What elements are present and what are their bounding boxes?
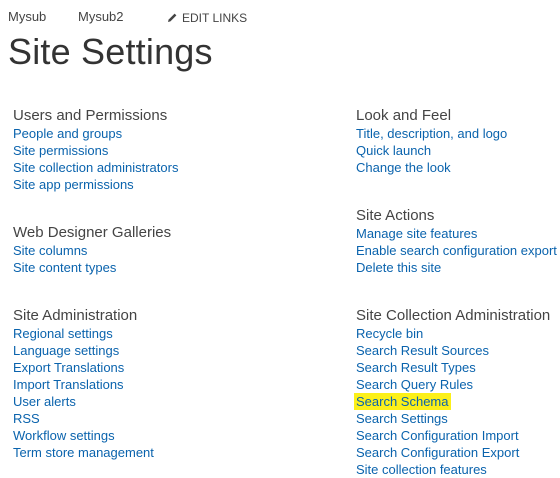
link-search-configuration-import[interactable]: Search Configuration Import	[356, 428, 519, 443]
section-site-administration: Site Administration Regional settings La…	[13, 306, 154, 461]
section-users-permissions: Users and Permissions People and groups …	[13, 106, 178, 193]
top-navigation: Mysub Mysub2 EDIT LINKS	[0, 9, 560, 29]
link-title-description-logo[interactable]: Title, description, and logo	[356, 126, 507, 141]
link-rss[interactable]: RSS	[13, 411, 40, 426]
link-workflow-settings[interactable]: Workflow settings	[13, 428, 115, 443]
link-user-alerts[interactable]: User alerts	[13, 394, 76, 409]
section-web-designer-galleries: Web Designer Galleries Site columns Site…	[13, 223, 171, 276]
link-term-store-management[interactable]: Term store management	[13, 445, 154, 460]
link-search-query-rules[interactable]: Search Query Rules	[356, 377, 473, 392]
link-enable-search-configuration-export[interactable]: Enable search configuration export	[356, 243, 557, 258]
link-recycle-bin[interactable]: Recycle bin	[356, 326, 423, 341]
section-site-collection-administration: Site Collection Administration Recycle b…	[354, 306, 551, 478]
section-title-site-collection-administration: Site Collection Administration	[356, 307, 551, 324]
section-title-web-designer-galleries: Web Designer Galleries	[13, 224, 172, 241]
section-title-users-permissions: Users and Permissions	[13, 107, 168, 124]
link-site-collection-features[interactable]: Site collection features	[356, 462, 487, 477]
link-manage-site-features[interactable]: Manage site features	[356, 226, 477, 241]
section-title-look-and-feel: Look and Feel	[356, 107, 452, 124]
link-search-schema[interactable]: Search Schema	[354, 393, 451, 410]
section-site-actions: Site Actions Manage site features Enable…	[356, 206, 557, 276]
nav-link-mysub[interactable]: Mysub	[8, 9, 46, 24]
link-import-translations[interactable]: Import Translations	[13, 377, 124, 392]
pencil-icon	[168, 13, 177, 22]
edit-links-label: EDIT LINKS	[182, 11, 248, 25]
link-regional-settings[interactable]: Regional settings	[13, 326, 113, 341]
link-search-result-types[interactable]: Search Result Types	[356, 360, 476, 375]
link-delete-this-site[interactable]: Delete this site	[356, 260, 441, 275]
nav-link-mysub2[interactable]: Mysub2	[78, 9, 124, 24]
link-people-and-groups[interactable]: People and groups	[13, 126, 122, 141]
link-search-result-sources[interactable]: Search Result Sources	[356, 343, 489, 358]
link-site-permissions[interactable]: Site permissions	[13, 143, 108, 158]
link-language-settings[interactable]: Language settings	[13, 343, 119, 358]
link-quick-launch[interactable]: Quick launch	[356, 143, 431, 158]
link-site-content-types[interactable]: Site content types	[13, 260, 116, 275]
link-site-collection-administrators[interactable]: Site collection administrators	[13, 160, 178, 175]
edit-links-button[interactable]: EDIT LINKS	[167, 11, 247, 25]
section-title-site-actions: Site Actions	[356, 207, 435, 224]
link-search-configuration-export[interactable]: Search Configuration Export	[356, 445, 519, 460]
section-title-site-administration: Site Administration	[13, 307, 138, 324]
link-site-app-permissions[interactable]: Site app permissions	[13, 177, 134, 192]
section-look-and-feel: Look and Feel Title, description, and lo…	[356, 106, 507, 176]
link-search-settings[interactable]: Search Settings	[356, 411, 448, 426]
link-change-the-look[interactable]: Change the look	[356, 160, 451, 175]
page-title: Site Settings	[8, 31, 213, 72]
link-export-translations[interactable]: Export Translations	[13, 360, 124, 375]
link-site-columns[interactable]: Site columns	[13, 243, 87, 258]
